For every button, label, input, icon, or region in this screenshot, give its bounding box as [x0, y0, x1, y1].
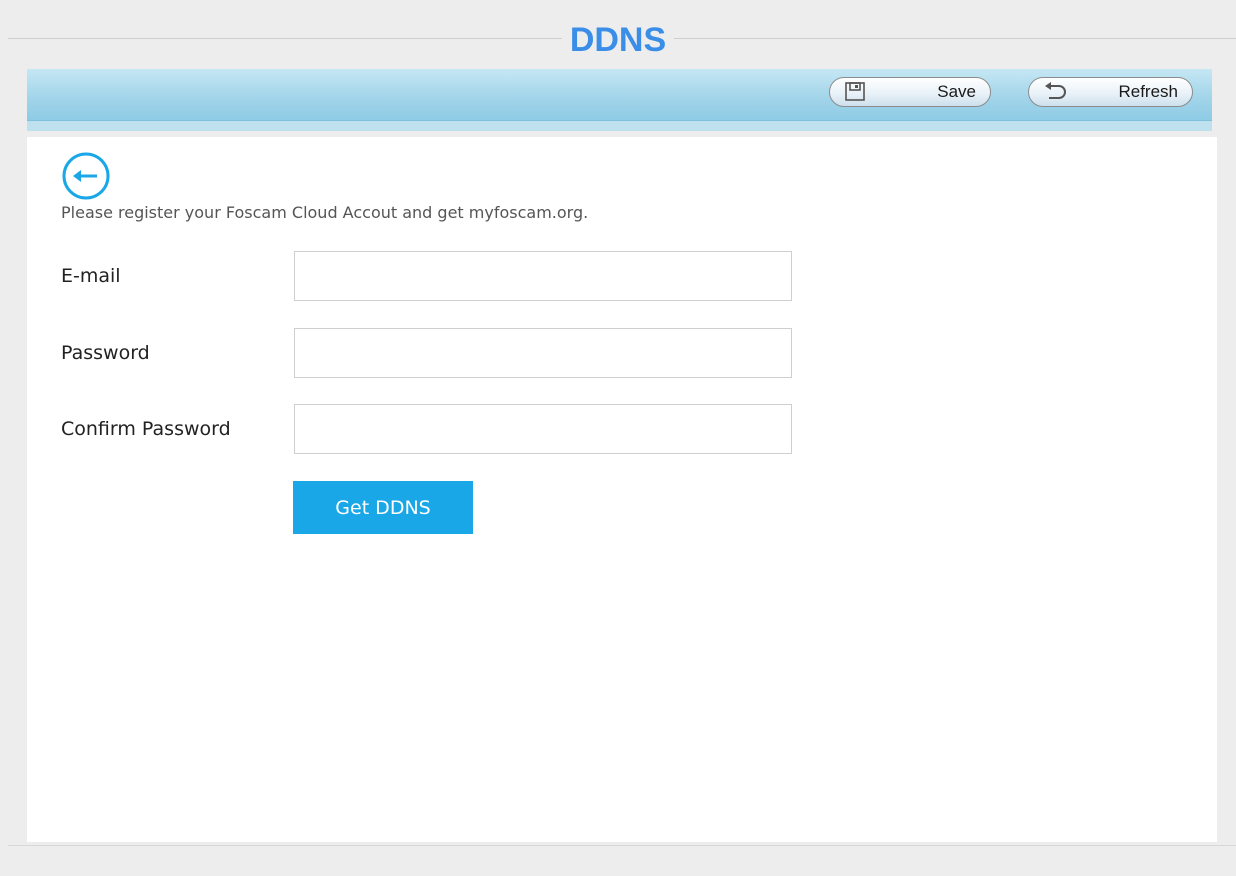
intro-text: Please register your Foscam Cloud Accout… — [61, 203, 589, 222]
toolbar: Save Refresh — [27, 69, 1212, 121]
page-title: DDNS — [561, 20, 675, 60]
confirm-password-field[interactable] — [294, 404, 792, 454]
refresh-button[interactable]: Refresh — [1028, 77, 1193, 107]
get-ddns-button[interactable]: Get DDNS — [293, 481, 473, 534]
refresh-button-label: Refresh — [1118, 82, 1178, 101]
floppy-disk-icon — [844, 82, 866, 102]
email-field[interactable] — [294, 251, 792, 301]
email-row: E-mail — [61, 251, 801, 301]
save-button[interactable]: Save — [829, 77, 991, 107]
save-button-label: Save — [937, 82, 976, 101]
content-panel: Please register your Foscam Cloud Accout… — [27, 137, 1217, 842]
password-row: Password — [61, 328, 801, 378]
password-label: Password — [61, 342, 150, 364]
password-field[interactable] — [294, 328, 792, 378]
back-button[interactable] — [61, 151, 111, 201]
email-label: E-mail — [61, 265, 121, 287]
refresh-arrow-icon — [1043, 82, 1069, 102]
confirm-password-label: Confirm Password — [61, 418, 231, 440]
confirm-password-row: Confirm Password — [61, 404, 801, 454]
title-divider — [8, 38, 1236, 39]
bottom-divider — [8, 845, 1236, 846]
page-title-wrap: DDNS — [0, 20, 1236, 60]
toolbar-underline — [27, 121, 1212, 131]
